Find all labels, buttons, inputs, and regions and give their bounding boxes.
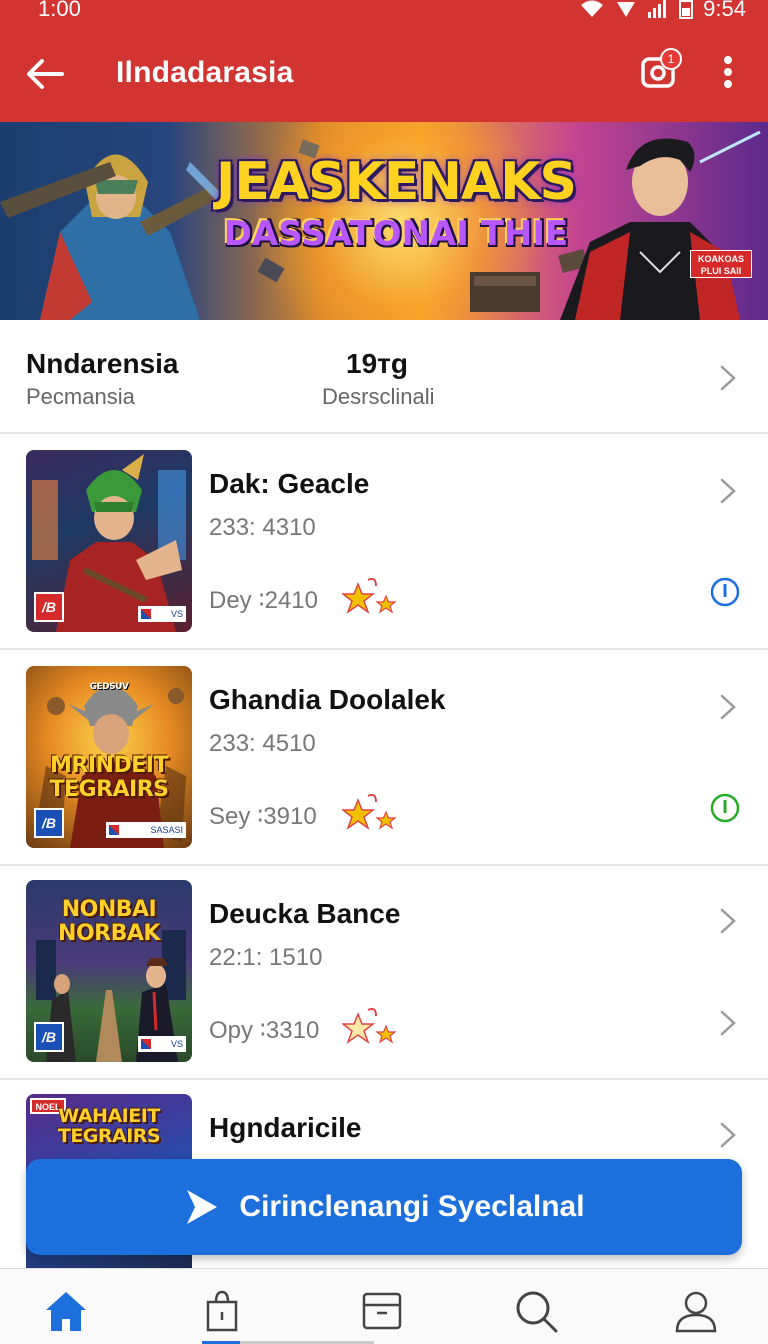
thumbnail-logo-text: WAHAIEIT TEGRAIRS: [57, 1105, 161, 1147]
app-header: 1:00 9:54 Ilndadarasia 1: [0, 0, 768, 122]
chevron-right-icon: [716, 692, 740, 722]
status-time: 1:00: [38, 0, 81, 21]
list-item[interactable]: NONBAI NORBAK /B VS Deucka Bance 22:1: 1…: [0, 866, 768, 1080]
game-title: Dak: Geacle: [209, 468, 370, 499]
page-title: Ilndadarasia: [116, 56, 294, 89]
category-count: 19тg: [346, 348, 408, 379]
category-summary-row[interactable]: Nndarensia Pecmansia 19тg Desrsclinali: [0, 320, 768, 434]
battery-icon: [679, 0, 694, 19]
game-date: Sey ∶3910: [209, 803, 317, 830]
game-meta: 22:1: 1510: [209, 944, 323, 971]
nav-home[interactable]: [42, 1287, 90, 1335]
thumbnail-logo-text: NONBAI NORBAK: [58, 897, 160, 946]
region-flag: SASASI: [106, 822, 186, 838]
shopping-bag-icon: [206, 1290, 238, 1332]
status-clock: 9:54: [703, 0, 746, 21]
primary-action-label: Cirinclenangi Syeclalnal: [239, 1190, 585, 1223]
search-icon: [516, 1291, 558, 1333]
chevron-right-icon: [716, 906, 740, 936]
game-thumbnail: /B VS: [26, 450, 192, 632]
region-flag: VS: [138, 1036, 186, 1052]
chevron-right-icon: [716, 476, 740, 506]
more-options-button[interactable]: [710, 50, 746, 94]
nav-store[interactable]: [198, 1287, 246, 1335]
home-icon: [46, 1292, 86, 1331]
chevron-right-icon: [716, 1120, 740, 1150]
publisher-logo: /B: [34, 592, 64, 622]
status-bar: 1:00 9:54: [0, 0, 768, 24]
star-rating-icon: [342, 793, 397, 830]
publisher-logo: /B: [34, 808, 64, 838]
game-thumbnail: GEDSUV MRINDEIT TEGRAIRS /B SASASI: [26, 666, 192, 848]
game-title: Deucka Bance: [209, 898, 401, 929]
region-flag: VS: [138, 606, 186, 622]
user-icon: [675, 1291, 717, 1333]
publisher-logo: /B: [34, 1022, 64, 1052]
thumbnail-tagline: GEDSUV: [89, 682, 129, 692]
star-rating-icon: [342, 577, 397, 614]
primary-action-button[interactable]: Cirinclenangi Syeclalnal: [26, 1159, 742, 1255]
banner-subtitle: DASSATONAI THIE: [223, 214, 569, 254]
nav-library[interactable]: [358, 1287, 406, 1335]
archive-icon: [362, 1292, 402, 1330]
play-icon: [187, 1190, 218, 1224]
list-item[interactable]: GEDSUV MRINDEIT TEGRAIRS /B SASASI Ghand…: [0, 652, 768, 866]
category-subtitle: Pecmansia: [26, 384, 135, 409]
promo-banner[interactable]: JEASKENAKS DASSATONAI THIE KOAKOAS PLUI …: [0, 122, 768, 320]
bottom-navigation: [0, 1268, 768, 1344]
status-icons: 9:54: [579, 0, 746, 22]
cellular-icon: [648, 0, 667, 18]
chevron-right-icon: [716, 363, 740, 393]
game-title: Ghandia Doolalek: [209, 684, 446, 715]
category-description: Desrsclinali: [322, 384, 435, 409]
thumbnail-logo-text: MRINDEIT TEGRAIRS: [49, 753, 169, 802]
game-date: Dey ∶2410: [209, 587, 318, 614]
game-meta: 233: 4310: [209, 514, 316, 541]
game-meta: 233: 4510: [209, 730, 316, 757]
notification-badge: 1: [660, 48, 682, 70]
nav-search[interactable]: [512, 1287, 560, 1335]
back-button[interactable]: [22, 52, 66, 96]
star-rating-icon: [342, 1007, 397, 1044]
nav-profile[interactable]: [672, 1287, 720, 1335]
game-date: Opy ∶3310: [209, 1017, 320, 1044]
game-thumbnail: NONBAI NORBAK /B VS: [26, 880, 192, 1062]
info-icon[interactable]: [709, 576, 741, 608]
more-vertical-icon: [724, 56, 732, 88]
info-icon[interactable]: [709, 792, 741, 824]
category-name: Nndarensia: [26, 348, 179, 379]
wifi-icon: [581, 0, 604, 17]
game-title: Hgndaricile: [209, 1112, 362, 1143]
banner-tag: KOAKOAS PLUI SAII: [690, 250, 752, 278]
banner-title: JEASKENAKS: [216, 152, 577, 212]
chevron-right-icon[interactable]: [716, 1008, 740, 1038]
arrow-left-icon: [27, 59, 64, 89]
signal-icon: [617, 2, 636, 17]
list-item[interactable]: /B VS Dak: Geacle 233: 4310 Dey ∶2410: [0, 436, 768, 650]
